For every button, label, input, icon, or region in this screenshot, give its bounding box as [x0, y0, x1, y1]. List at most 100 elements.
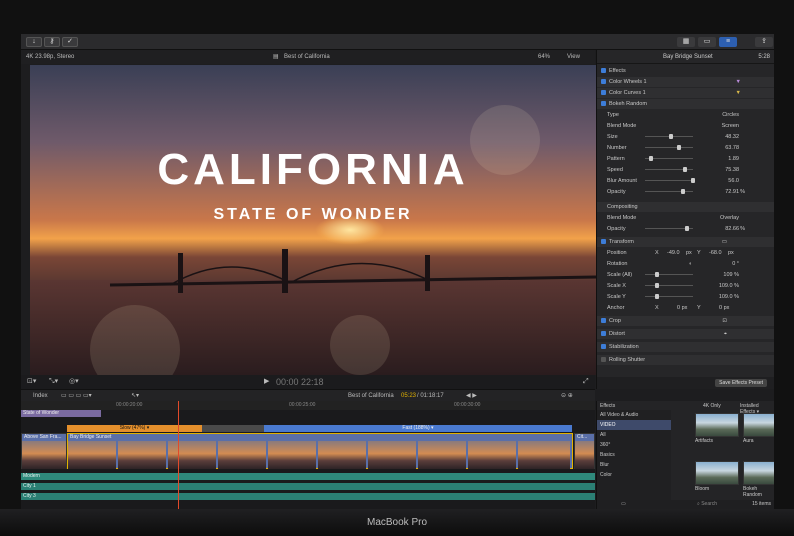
checkbox[interactable] — [601, 318, 606, 324]
scale-slider[interactable] — [645, 272, 693, 277]
effect-item[interactable]: Color Wheels 1 ▼ — [597, 77, 774, 87]
inspector-toggle-icon[interactable]: ≡ — [719, 37, 737, 47]
pattern-slider[interactable] — [645, 156, 693, 161]
tab-4k-only[interactable]: 4K Only — [703, 403, 721, 409]
effect-item[interactable]: Bokeh Random — [597, 99, 774, 109]
audio-track[interactable]: Modern — [21, 473, 595, 480]
library-icon[interactable]: ▦ — [677, 37, 695, 47]
effect-item[interactable]: Color Curves 1 ▼ — [597, 88, 774, 98]
checkbox[interactable] — [601, 90, 606, 96]
scale-x-slider[interactable] — [645, 283, 693, 288]
project-name: Best of California — [284, 54, 330, 60]
checkbox[interactable] — [601, 344, 606, 350]
comp-opacity-slider[interactable] — [645, 226, 693, 231]
play-icon[interactable]: ▶ — [264, 375, 269, 389]
crop-menu-icon[interactable]: ⊡▾ — [27, 375, 36, 389]
section-effects[interactable]: Effects — [597, 66, 774, 76]
clip-city[interactable]: Cit... — [574, 433, 595, 469]
clip-above-sf[interactable]: Above San Fra... — [21, 433, 67, 469]
video-viewer[interactable]: CALIFORNIA STATE OF WONDER — [30, 65, 596, 375]
speed-slider[interactable] — [645, 167, 693, 172]
blur-slider[interactable] — [645, 178, 695, 183]
category-item[interactable]: 360° — [597, 440, 671, 450]
distort-onscreen-icon[interactable]: ⌖ — [724, 329, 727, 339]
opacity-slider[interactable] — [645, 189, 693, 194]
category-item[interactable]: Color — [597, 470, 671, 480]
param-comp-blend[interactable]: Blend Mode Overlay — [597, 213, 774, 223]
checkbox[interactable] — [601, 357, 606, 363]
fullscreen-icon[interactable]: ⤢ — [583, 375, 589, 389]
checkbox[interactable] — [601, 239, 606, 245]
effect-thumb[interactable] — [743, 413, 774, 437]
param-speed[interactable]: Speed 75.38 — [597, 165, 774, 175]
category-item[interactable]: VIDEO — [597, 420, 671, 430]
transform-onscreen-icon[interactable]: ▭ — [722, 237, 727, 247]
key-icon[interactable]: ⚷ — [44, 37, 60, 47]
effect-label: Aura — [743, 438, 754, 444]
browser-view-icon[interactable]: ▭ — [621, 501, 626, 507]
timeline[interactable]: 00:00:20:00 00:00:25:00 00:00:30:00 Stat… — [21, 401, 595, 509]
number-slider[interactable] — [645, 145, 693, 150]
speed-menu-icon[interactable]: ◎▾ — [69, 375, 79, 389]
section-distort[interactable]: Distort ⌖ — [597, 329, 774, 339]
param-scale-y[interactable]: Scale Y 109.0 % — [597, 292, 774, 302]
category-item[interactable]: Blur — [597, 460, 671, 470]
playhead[interactable] — [178, 401, 179, 509]
view-menu[interactable]: View — [567, 50, 580, 64]
section-transform[interactable]: Transform ▭ — [597, 237, 774, 247]
inspector-header: Bay Bridge Sunset 5:28 — [597, 50, 774, 64]
video-subtitle: STATE OF WONDER — [213, 206, 413, 223]
final-cut-window: ↓ ⚷ ✓ ▦ ▭ ≡ ⇪ 4K 23.98p, Stereo ▤ Best o… — [21, 34, 774, 509]
param-comp-opacity[interactable]: Opacity 82.66% — [597, 224, 774, 234]
checkbox[interactable] — [601, 79, 606, 85]
section-crop[interactable]: Crop ⊡ — [597, 316, 774, 326]
effects-browser: Effects 4K Only Installed Effects ▾ All … — [596, 401, 774, 509]
crop-onscreen-icon[interactable]: ⊡ — [722, 316, 727, 326]
share-icon[interactable]: ⇪ — [755, 37, 773, 47]
bokeh-circle — [330, 315, 390, 375]
section-compositing[interactable]: Compositing — [597, 202, 774, 212]
param-scale-all[interactable]: Scale (All) 109 % — [597, 270, 774, 280]
param-number[interactable]: Number 63.78 — [597, 143, 774, 153]
zoom-select[interactable]: 64% — [538, 50, 550, 64]
bridge-silhouette — [109, 249, 596, 293]
title-clip[interactable]: State of Wonder — [21, 410, 101, 417]
category-item[interactable]: Basics — [597, 450, 671, 460]
search-field[interactable]: ⌕ Search — [697, 501, 717, 507]
scale-y-slider[interactable] — [645, 294, 693, 299]
transform-menu-icon[interactable]: ⤡▾ — [49, 375, 58, 389]
param-pattern[interactable]: Pattern 1.89 — [597, 154, 774, 164]
section-stabilization[interactable]: Stabilization — [597, 342, 774, 352]
param-opacity[interactable]: Opacity 72.91% — [597, 187, 774, 197]
section-rolling-shutter[interactable]: Rolling Shutter — [597, 355, 774, 365]
param-scale-x[interactable]: Scale X 109.0 % — [597, 281, 774, 291]
param-anchor[interactable]: Anchor X 0 px Y 0 px — [597, 303, 774, 313]
checkbox[interactable] — [601, 101, 606, 107]
clip-bay-bridge[interactable]: Bay Bridge Sunset — [67, 433, 573, 469]
param-blend[interactable]: Blend Mode Screen — [597, 121, 774, 131]
effect-thumb[interactable] — [743, 461, 774, 485]
audio-track[interactable]: City 3 — [21, 493, 595, 500]
retime-fast[interactable]: Fast (188%) ▾ — [264, 425, 572, 432]
category-item[interactable]: All Video & Audio — [597, 410, 671, 420]
checkbox[interactable] — [601, 331, 606, 337]
effect-thumb[interactable] — [695, 413, 739, 437]
checkmark-icon[interactable]: ✓ — [62, 37, 78, 47]
size-slider[interactable] — [645, 134, 693, 139]
category-item[interactable]: All — [597, 430, 671, 440]
save-effects-preset-button[interactable]: Save Effects Preset — [715, 379, 767, 387]
timeline-toggle-icon[interactable]: ▭ — [698, 37, 716, 47]
download-icon[interactable]: ↓ — [26, 37, 42, 47]
retime-normal[interactable] — [202, 425, 264, 432]
audio-track[interactable]: City 1 — [21, 483, 595, 490]
rotation-dial-icon[interactable]: ◐ — [689, 259, 692, 269]
retime-slow[interactable]: Slow (47%) ▾ — [67, 425, 202, 432]
param-blur[interactable]: Blur Amount 56.0 — [597, 176, 774, 186]
clip-duration: 5:28 — [758, 54, 770, 60]
param-rotation[interactable]: Rotation ◐ 0 ° — [597, 259, 774, 269]
checkbox[interactable] — [601, 68, 606, 74]
param-size[interactable]: Size 48.32 — [597, 132, 774, 142]
param-position[interactable]: Position X -49.0 px Y -68.0 px — [597, 248, 774, 258]
param-type[interactable]: Type Circles — [597, 110, 774, 120]
effect-thumb[interactable] — [695, 461, 739, 485]
